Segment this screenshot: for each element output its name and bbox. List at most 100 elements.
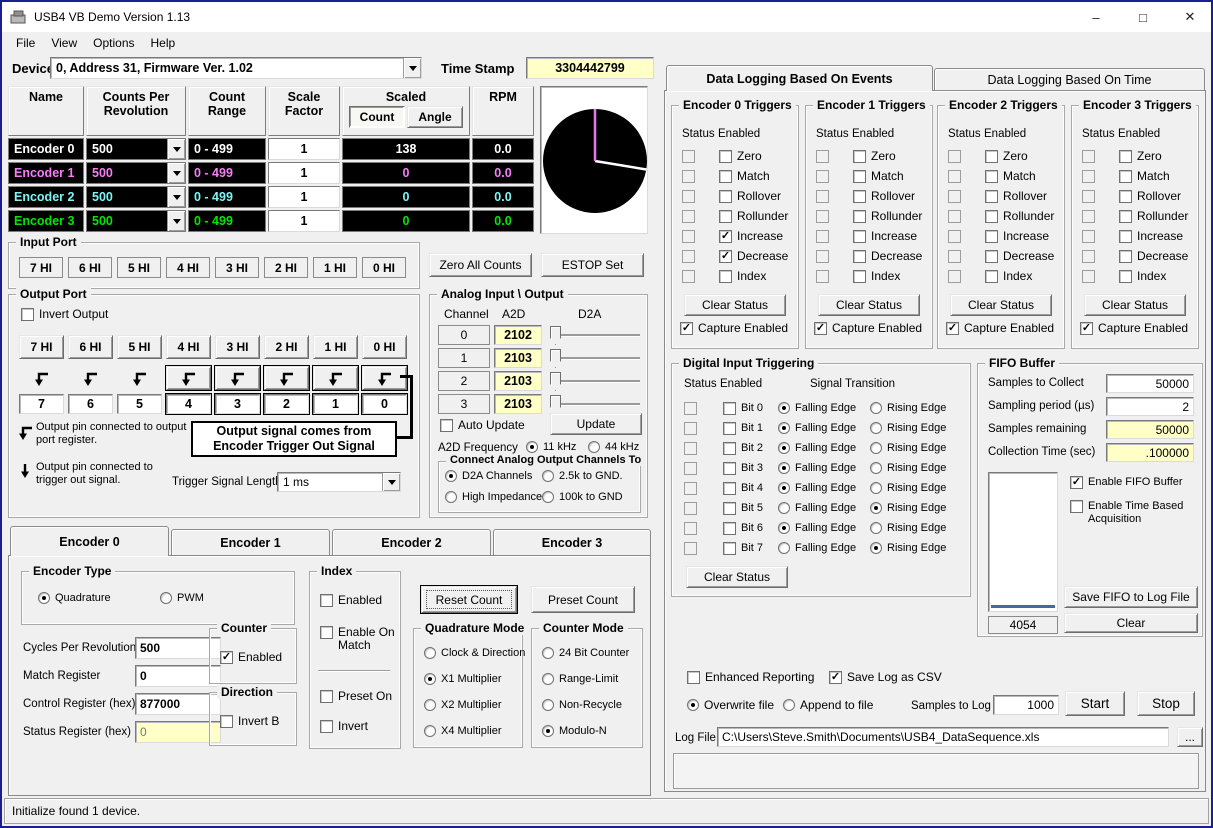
gnd-100k-radio[interactable]: 100k to GND bbox=[542, 491, 623, 504]
output-pin-7-button[interactable]: 7 HI bbox=[19, 335, 64, 359]
append-file-radio[interactable]: Append to file bbox=[783, 699, 873, 712]
maximize-icon[interactable]: □ bbox=[1127, 4, 1159, 30]
output-pin-3-button[interactable]: 3 HI bbox=[215, 335, 260, 359]
enabled-checkbox[interactable] bbox=[723, 482, 736, 495]
gnd-2k5-radio[interactable]: 2.5k to GND. bbox=[542, 470, 623, 483]
sampling-period-input[interactable]: 2 bbox=[1106, 397, 1194, 416]
capture-enabled-checkbox[interactable]: Capture Enabled bbox=[1080, 322, 1188, 335]
counter-enabled-checkbox[interactable]: Enabled bbox=[220, 651, 282, 664]
enabled-checkbox[interactable] bbox=[723, 402, 736, 415]
rising-edge-radio[interactable] bbox=[870, 442, 882, 454]
slider-thumb[interactable] bbox=[550, 349, 561, 368]
enable-fifo-checkbox[interactable]: Enable FIFO Buffer bbox=[1070, 476, 1183, 489]
clear-status-button[interactable]: Clear Status bbox=[950, 294, 1052, 316]
enabled-checkbox[interactable] bbox=[1119, 270, 1132, 283]
save-fifo-button[interactable]: Save FIFO to Log File bbox=[1064, 586, 1198, 608]
scale-factor-input[interactable]: 1 bbox=[268, 210, 340, 232]
minimize-icon[interactable]: – bbox=[1080, 4, 1112, 30]
enabled-checkbox[interactable] bbox=[853, 150, 866, 163]
rising-edge-radio[interactable] bbox=[870, 482, 882, 494]
enabled-checkbox[interactable] bbox=[985, 270, 998, 283]
route-arrow-pin-1[interactable] bbox=[313, 366, 358, 390]
x4-multiplier-radio[interactable]: X4 Multiplier bbox=[424, 725, 502, 738]
modulo-n-radio[interactable]: Modulo-N bbox=[542, 725, 607, 738]
enabled-checkbox[interactable] bbox=[719, 150, 732, 163]
freq-44khz-radio[interactable]: 44 kHz bbox=[588, 441, 639, 454]
preset-on-checkbox[interactable]: Preset On bbox=[320, 690, 392, 703]
capture-enabled-checkbox[interactable]: Capture Enabled bbox=[814, 322, 922, 335]
enabled-checkbox[interactable] bbox=[1119, 150, 1132, 163]
enabled-checkbox[interactable] bbox=[723, 502, 736, 515]
clear-status-button[interactable]: Clear Status bbox=[1084, 294, 1186, 316]
output-pin-4-button[interactable]: 4 HI bbox=[166, 335, 211, 359]
invert-b-checkbox[interactable]: Invert B bbox=[220, 715, 279, 728]
scale-factor-input[interactable]: 1 bbox=[268, 162, 340, 184]
enabled-checkbox[interactable] bbox=[1119, 190, 1132, 203]
enabled-checkbox[interactable] bbox=[719, 250, 732, 263]
route-arrow-pin-0[interactable] bbox=[362, 366, 407, 390]
enabled-checkbox[interactable] bbox=[723, 462, 736, 475]
enabled-checkbox[interactable] bbox=[723, 542, 736, 555]
tab-encoder-2[interactable]: Encoder 2 bbox=[332, 529, 491, 556]
d2a-channels-radio[interactable]: D2A Channels bbox=[445, 470, 532, 483]
enabled-checkbox[interactable] bbox=[985, 230, 998, 243]
clear-status-button[interactable]: Clear Status bbox=[686, 566, 788, 588]
route-arrow-pin-4[interactable] bbox=[166, 366, 211, 390]
enable-time-based-checkbox[interactable]: Enable Time Based Acquisition bbox=[1070, 500, 1192, 526]
d2a-slider-1[interactable] bbox=[550, 349, 640, 367]
enabled-checkbox[interactable] bbox=[719, 190, 732, 203]
index-enabled-checkbox[interactable]: Enabled bbox=[320, 594, 382, 607]
falling-edge-radio[interactable] bbox=[778, 402, 790, 414]
non-recycle-radio[interactable]: Non-Recycle bbox=[542, 699, 622, 712]
enabled-checkbox[interactable] bbox=[853, 210, 866, 223]
device-select[interactable]: 0, Address 31, Firmware Ver. 1.02 bbox=[50, 57, 422, 79]
enabled-checkbox[interactable] bbox=[719, 230, 732, 243]
x2-multiplier-radio[interactable]: X2 Multiplier bbox=[424, 699, 502, 712]
slider-thumb[interactable] bbox=[550, 372, 561, 391]
cpr-select[interactable]: 500 bbox=[86, 162, 186, 184]
output-pin-2-button[interactable]: 2 HI bbox=[264, 335, 309, 359]
falling-edge-radio[interactable] bbox=[778, 422, 790, 434]
capture-enabled-checkbox[interactable]: Capture Enabled bbox=[680, 322, 788, 335]
invert-output-checkbox[interactable]: Invert Output bbox=[21, 308, 108, 321]
range-limit-radio[interactable]: Range-Limit bbox=[542, 673, 618, 686]
cpr-select[interactable]: 500 bbox=[86, 138, 186, 160]
clear-status-button[interactable]: Clear Status bbox=[684, 294, 786, 316]
falling-edge-radio[interactable] bbox=[778, 442, 790, 454]
enabled-checkbox[interactable] bbox=[985, 150, 998, 163]
log-file-input[interactable]: C:\Users\Steve.Smith\Documents\USB4_Data… bbox=[717, 727, 1169, 747]
menu-help[interactable]: Help bbox=[143, 34, 184, 52]
route-arrow-pin-6[interactable] bbox=[68, 366, 113, 390]
samples-to-collect-input[interactable]: 50000 bbox=[1106, 374, 1194, 393]
rising-edge-radio[interactable] bbox=[870, 462, 882, 474]
enhanced-reporting-checkbox[interactable]: Enhanced Reporting bbox=[687, 671, 814, 684]
auto-update-checkbox[interactable]: Auto Update bbox=[440, 419, 525, 432]
reset-count-button[interactable]: Reset Count bbox=[421, 586, 517, 613]
tab-encoder-0[interactable]: Encoder 0 bbox=[10, 526, 169, 556]
enabled-checkbox[interactable] bbox=[985, 250, 998, 263]
update-button[interactable]: Update bbox=[550, 413, 642, 435]
save-csv-checkbox[interactable]: Save Log as CSV bbox=[829, 671, 942, 684]
samples-to-log-input[interactable]: 1000 bbox=[993, 695, 1059, 715]
pwm-radio[interactable]: PWM bbox=[160, 592, 204, 605]
close-icon[interactable]: ✕ bbox=[1174, 4, 1206, 30]
tab-encoder-1[interactable]: Encoder 1 bbox=[171, 529, 330, 556]
rising-edge-radio[interactable] bbox=[870, 402, 882, 414]
enabled-checkbox[interactable] bbox=[1119, 250, 1132, 263]
falling-edge-radio[interactable] bbox=[778, 482, 790, 494]
rising-edge-radio[interactable] bbox=[870, 422, 882, 434]
slider-thumb[interactable] bbox=[550, 395, 561, 414]
index-invert-checkbox[interactable]: Invert bbox=[320, 720, 368, 733]
falling-edge-radio[interactable] bbox=[778, 542, 790, 554]
trigger-length-select[interactable]: 1 ms bbox=[277, 472, 401, 492]
scale-factor-input[interactable]: 1 bbox=[268, 186, 340, 208]
scaled-angle-button[interactable]: Angle bbox=[407, 106, 463, 128]
menu-file[interactable]: File bbox=[8, 34, 43, 52]
enabled-checkbox[interactable] bbox=[1119, 170, 1132, 183]
scaled-count-button[interactable]: Count bbox=[349, 106, 405, 128]
chevron-down-icon[interactable] bbox=[403, 58, 421, 78]
chevron-down-icon[interactable] bbox=[167, 187, 185, 207]
enabled-checkbox[interactable] bbox=[723, 422, 736, 435]
enabled-checkbox[interactable] bbox=[853, 230, 866, 243]
enabled-checkbox[interactable] bbox=[723, 522, 736, 535]
